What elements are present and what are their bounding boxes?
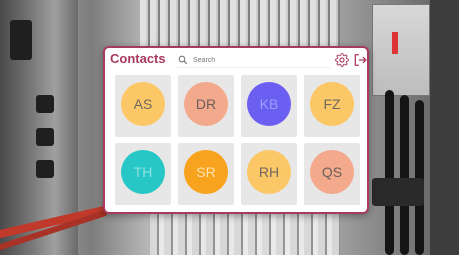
terminal-block-bottom bbox=[150, 212, 340, 255]
contacts-grid: AS DR KB FZ TH SR RH QS bbox=[115, 75, 360, 205]
contact-card[interactable]: TH bbox=[115, 143, 171, 205]
avatar-initials: DR bbox=[195, 96, 217, 112]
terminal-block-top bbox=[140, 0, 340, 46]
avatar-initials: AS bbox=[133, 96, 153, 112]
gear-icon[interactable] bbox=[335, 53, 349, 67]
contact-card[interactable]: RH bbox=[241, 143, 297, 205]
avatar: SR bbox=[184, 150, 228, 194]
component-block bbox=[36, 95, 54, 113]
avatar: KB bbox=[247, 82, 291, 126]
breaker-indicator bbox=[392, 32, 398, 54]
search-input[interactable] bbox=[193, 56, 323, 64]
contactor bbox=[372, 178, 424, 206]
right-panel bbox=[430, 0, 459, 255]
avatar: FZ bbox=[310, 82, 354, 126]
contact-card[interactable]: QS bbox=[304, 143, 360, 205]
avatar: AS bbox=[121, 82, 165, 126]
component-block bbox=[10, 20, 32, 60]
avatar: TH bbox=[121, 150, 165, 194]
avatar-initials: SR bbox=[196, 164, 216, 180]
avatar-initials: KB bbox=[259, 96, 279, 112]
avatar-initials: QS bbox=[321, 164, 343, 180]
circuit-breaker bbox=[372, 4, 430, 96]
avatar: QS bbox=[310, 150, 354, 194]
contact-card[interactable]: DR bbox=[178, 75, 234, 137]
logout-icon[interactable] bbox=[353, 53, 367, 67]
component-block bbox=[36, 160, 54, 178]
page-title: Contacts bbox=[110, 51, 166, 66]
contacts-header: Contacts bbox=[105, 48, 367, 72]
avatar-initials: TH bbox=[133, 164, 153, 180]
contact-card[interactable]: AS bbox=[115, 75, 171, 137]
avatar: RH bbox=[247, 150, 291, 194]
black-cable bbox=[400, 95, 409, 255]
contact-card[interactable]: FZ bbox=[304, 75, 360, 137]
avatar-initials: RH bbox=[258, 164, 280, 180]
avatar: DR bbox=[184, 82, 228, 126]
component-block bbox=[36, 128, 54, 146]
search-icon bbox=[178, 55, 188, 65]
search-bar[interactable] bbox=[175, 53, 330, 68]
avatar-initials: FZ bbox=[323, 96, 341, 112]
contact-card[interactable]: SR bbox=[178, 143, 234, 205]
contacts-window: Contacts AS bbox=[103, 46, 369, 214]
contact-card[interactable]: KB bbox=[241, 75, 297, 137]
black-cable bbox=[385, 90, 394, 255]
